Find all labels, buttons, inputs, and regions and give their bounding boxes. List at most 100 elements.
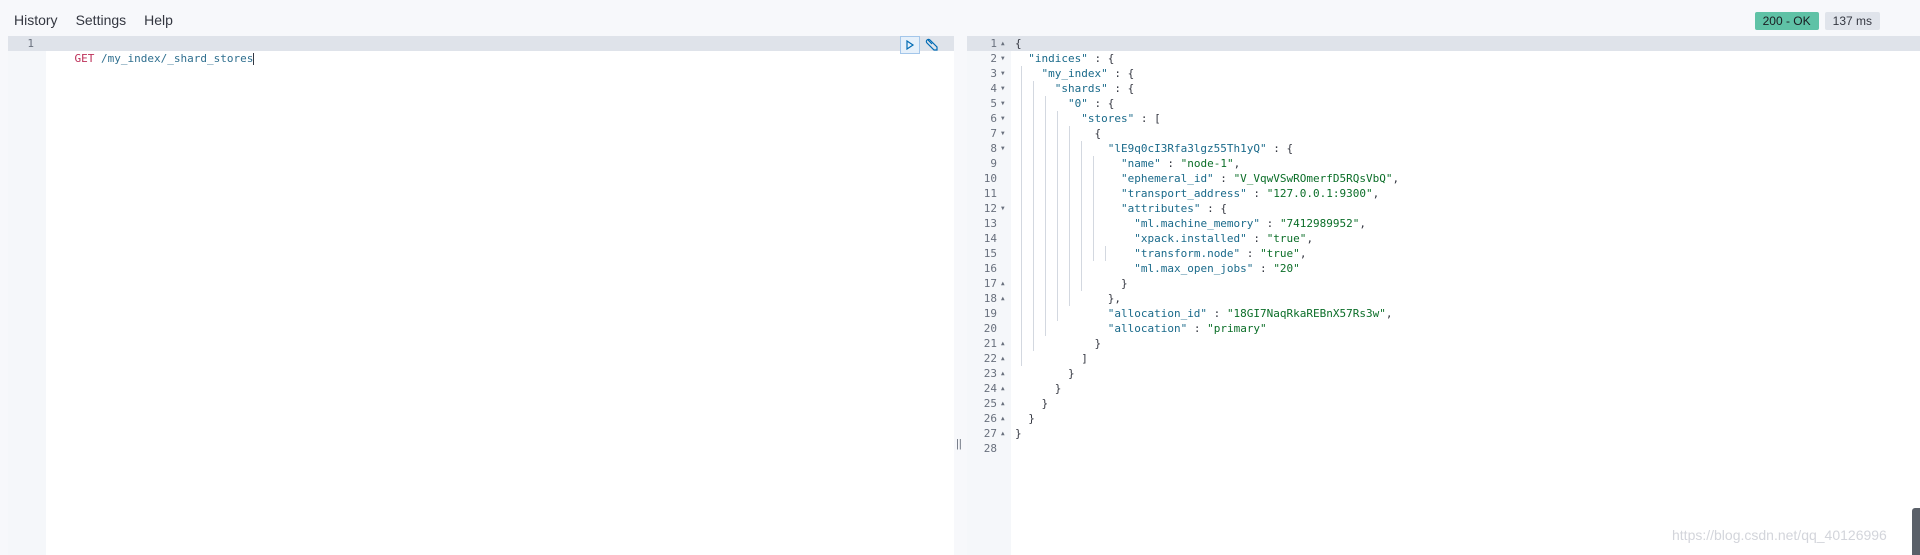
indent-guide: [1057, 111, 1058, 321]
indent-guide: [1045, 96, 1046, 336]
status-badge: 200 - OK: [1754, 12, 1819, 30]
response-line: "ephemeral_id" : "V_VqwVSwROmerfD5RQsVbQ…: [1120, 172, 1400, 185]
line-number: 12: [983, 202, 997, 215]
response-line: }: [1015, 367, 1075, 380]
fold-up-icon[interactable]: ▲: [1001, 411, 1005, 426]
fold-up-icon[interactable]: ▲: [1001, 366, 1005, 381]
line-number: 18: [983, 292, 997, 305]
response-line: "name" : "node-1",: [1120, 157, 1241, 170]
fold-up-icon[interactable]: ▲: [1001, 291, 1005, 306]
response-time-badge: 137 ms: [1824, 12, 1880, 30]
line-number: 22: [983, 352, 997, 365]
request-path: /my_index/_shard_stores: [101, 52, 254, 65]
line-number: 23: [983, 367, 997, 380]
response-line: "xpack.installed" : "true",: [1134, 232, 1314, 245]
line-number: 3: [990, 67, 997, 80]
line-number: 9: [990, 157, 997, 170]
line-number: 2: [990, 52, 997, 65]
line-number: 4: [990, 82, 997, 95]
line-number: 1: [990, 37, 997, 50]
line-number: 28: [983, 442, 997, 455]
line-number: 21: [983, 337, 997, 350]
response-line: {: [1015, 127, 1102, 140]
fold-up-icon[interactable]: ▲: [1001, 351, 1005, 366]
response-active-line: [967, 36, 1920, 51]
line-number: 1: [27, 37, 34, 50]
indent-guide: [1093, 156, 1094, 261]
response-line: {: [1015, 37, 1022, 50]
line-number: 14: [983, 232, 997, 245]
indent-guide: [1021, 66, 1022, 366]
line-number: 5: [990, 97, 997, 110]
response-viewer: 1 ▲ {2 ▼ "indices" : { 3 ▼ "my_index" : { 4 ▼ "…: [967, 36, 1920, 555]
request-editor[interactable]: 1 GET /my_index/_shard_stores: [8, 36, 954, 555]
scrollbar-thumb[interactable]: [1912, 508, 1920, 555]
line-number: 24: [983, 382, 997, 395]
response-line: }: [1015, 427, 1022, 440]
response-line: "ml.machine_memory" : "7412989952",: [1134, 217, 1367, 230]
response-line: "0" : {: [1067, 97, 1115, 110]
fold-down-icon[interactable]: ▼: [1001, 141, 1005, 156]
fold-down-icon[interactable]: ▼: [1001, 111, 1005, 126]
response-line: }: [1015, 382, 1062, 395]
fold-down-icon[interactable]: ▼: [1001, 66, 1005, 81]
response-line: "indices" : {: [1028, 52, 1115, 65]
fold-down-icon[interactable]: ▼: [1001, 81, 1005, 96]
response-line: "transform.node" : "true",: [1134, 247, 1307, 260]
response-line: }: [1015, 337, 1102, 350]
line-number: 7: [990, 127, 997, 140]
indent-guide: [1069, 126, 1070, 306]
fold-up-icon[interactable]: ▲: [1001, 396, 1005, 411]
menu-settings[interactable]: Settings: [76, 12, 127, 28]
indent-guide: [1081, 141, 1082, 291]
line-number: 11: [983, 187, 997, 200]
response-line: }: [1015, 397, 1049, 410]
fold-up-icon[interactable]: ▲: [1001, 36, 1005, 51]
line-number: 17: [983, 277, 997, 290]
fold-down-icon[interactable]: ▼: [1001, 126, 1005, 141]
request-method: GET: [74, 52, 95, 65]
response-line: "my_index" : {: [1041, 67, 1135, 80]
request-actions: [900, 36, 942, 54]
pane-resizer[interactable]: ||: [956, 438, 962, 450]
line-number: 6: [990, 112, 997, 125]
text-cursor: [253, 53, 255, 65]
indent-guide: [1033, 81, 1034, 351]
run-request-button[interactable]: [900, 36, 920, 54]
menu-history[interactable]: History: [14, 12, 58, 28]
fold-up-icon[interactable]: ▲: [1001, 336, 1005, 351]
indent-guide: [1105, 246, 1106, 261]
line-number: 16: [983, 262, 997, 275]
line-number: 10: [983, 172, 997, 185]
line-number: 25: [983, 397, 997, 410]
wrench-icon: [925, 38, 938, 51]
line-number: 8: [990, 142, 997, 155]
response-status: 200 - OK 137 ms: [1754, 12, 1920, 30]
response-line: "allocation" : "primary": [1107, 322, 1267, 335]
line-number: 20: [983, 322, 997, 335]
response-line: "allocation_id" : "18GI7NaqRkaREBnX57Rs3…: [1107, 307, 1393, 320]
request-gutter: [8, 36, 46, 555]
fold-down-icon[interactable]: ▼: [1001, 201, 1005, 216]
menu-bar: History Settings Help: [14, 12, 173, 28]
top-bar: History Settings Help 200 - OK 137 ms: [0, 0, 1920, 38]
response-line: }: [1015, 412, 1035, 425]
response-line: },: [1015, 292, 1121, 305]
response-line: }: [1015, 277, 1128, 290]
fold-up-icon[interactable]: ▲: [1001, 276, 1005, 291]
line-number: 15: [983, 247, 997, 260]
line-number: 19: [983, 307, 997, 320]
line-number: 13: [983, 217, 997, 230]
fold-up-icon[interactable]: ▲: [1001, 426, 1005, 441]
fold-down-icon[interactable]: ▼: [1001, 51, 1005, 66]
fold-up-icon[interactable]: ▲: [1001, 381, 1005, 396]
response-line: ]: [1015, 352, 1088, 365]
response-line: "stores" : [: [1081, 112, 1161, 125]
response-line: "attributes" : {: [1120, 202, 1227, 215]
request-line[interactable]: GET /my_index/_shard_stores: [48, 36, 255, 65]
fold-down-icon[interactable]: ▼: [1001, 96, 1005, 111]
watermark-text: https://blog.csdn.net/qq_40126996: [1672, 527, 1887, 543]
request-settings-button[interactable]: [922, 36, 942, 54]
menu-help[interactable]: Help: [144, 12, 173, 28]
line-number: 26: [983, 412, 997, 425]
